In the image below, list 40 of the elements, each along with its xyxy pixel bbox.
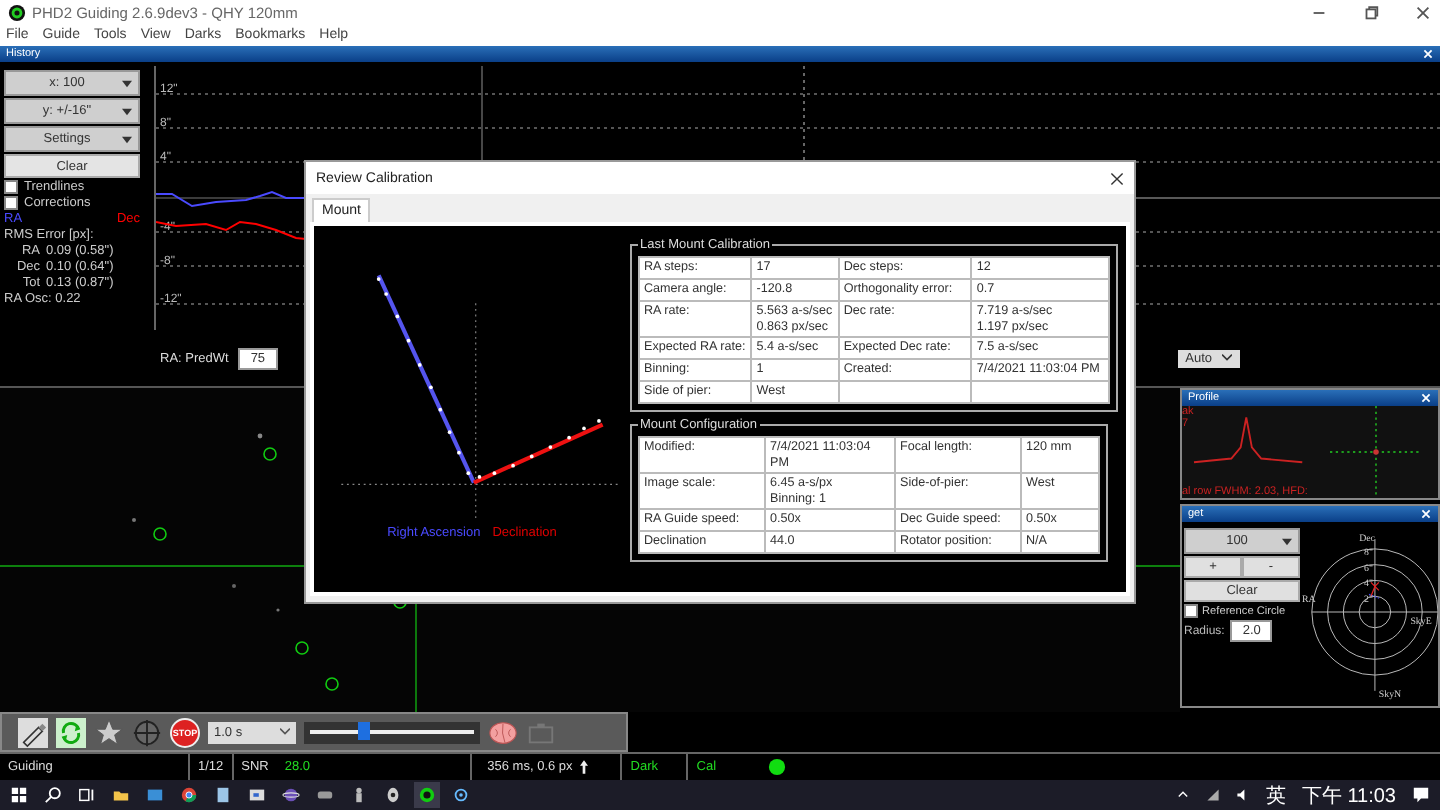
document-icon[interactable] — [214, 786, 232, 804]
network-icon[interactable] — [1205, 788, 1220, 802]
checkbox[interactable] — [4, 196, 18, 210]
close-icon[interactable] — [1110, 171, 1124, 185]
app-logo-icon — [8, 3, 26, 21]
restore-icon[interactable] — [1362, 3, 1380, 21]
crosshair-icon[interactable] — [132, 717, 162, 747]
pencil-icon[interactable] — [18, 717, 48, 747]
caret-icon — [122, 135, 132, 143]
chevron-up-icon[interactable] — [1175, 788, 1190, 802]
clock[interactable]: 下午 11:03 — [1301, 781, 1396, 809]
star-icon[interactable] — [94, 717, 124, 747]
caret-icon — [280, 728, 290, 736]
figure-icon[interactable] — [350, 786, 368, 804]
gamepad-icon[interactable] — [316, 786, 334, 804]
caret-icon — [122, 107, 133, 115]
speaker-icon[interactable] — [1235, 788, 1250, 802]
status-led-icon — [768, 758, 787, 776]
window-icon[interactable] — [248, 786, 266, 804]
caret-icon — [1282, 537, 1293, 546]
folder-icon[interactable] — [112, 786, 130, 804]
checkbox[interactable] — [1184, 604, 1198, 619]
app-logo-icon[interactable] — [418, 786, 436, 804]
search-icon[interactable] — [44, 786, 62, 804]
caret-icon — [122, 79, 132, 87]
loop-icon[interactable] — [56, 717, 86, 747]
input-language[interactable]: 英 — [1265, 781, 1286, 809]
browser-icon[interactable] — [180, 786, 198, 804]
gamma-slider[interactable] — [304, 721, 480, 743]
planet-icon[interactable] — [282, 786, 300, 804]
close-icon[interactable] — [1414, 3, 1432, 21]
up-arrow-icon — [580, 760, 589, 774]
task-view-icon[interactable] — [78, 786, 96, 804]
eye-icon[interactable] — [384, 786, 402, 804]
target-icon[interactable] — [452, 786, 470, 804]
caret-icon — [1222, 354, 1232, 362]
brain-icon[interactable] — [488, 717, 518, 747]
notification-icon[interactable] — [1412, 786, 1430, 804]
windows-start-icon[interactable] — [10, 786, 28, 804]
checkbox[interactable] — [4, 180, 18, 194]
